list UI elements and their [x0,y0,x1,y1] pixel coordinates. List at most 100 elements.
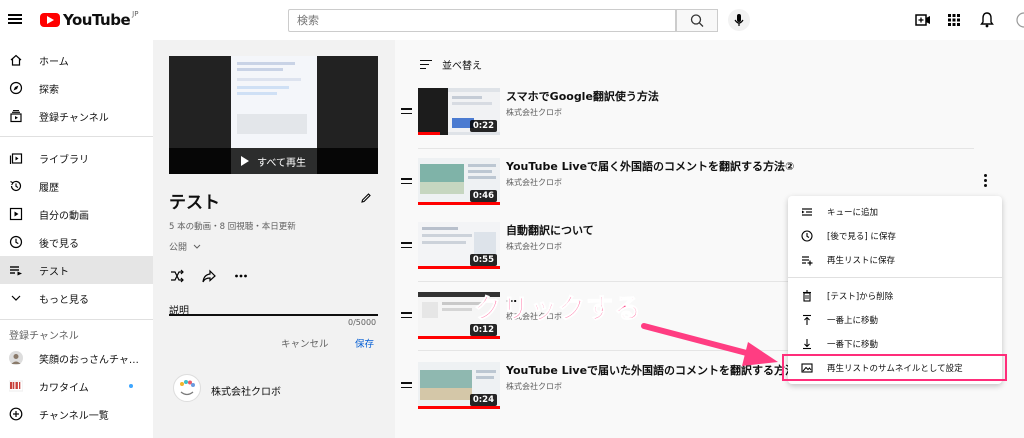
video-thumbnail[interactable]: 0:46 [418,158,500,205]
sidebar-item-browse-channels[interactable]: チャンネル一覧 [0,400,153,428]
sidebar-subscription-channel[interactable]: カワタイム [0,372,153,400]
logo-text: YouTube [63,11,131,29]
video-channel[interactable]: 株式会社クロボ [506,177,562,188]
video-title[interactable]: YouTube Liveで届く外国語のコメントを翻訳する方法② [506,158,794,174]
video-duration: 0:24 [469,394,497,406]
video-channel[interactable]: 株式会社クロボ [506,107,562,118]
move-top-icon [801,314,813,326]
video-thumbnail[interactable]: 0:55 [418,222,500,269]
your-videos-icon [9,207,23,221]
search-input[interactable] [288,9,676,32]
video-title[interactable]: スマホでGoogle翻訳使う方法 [506,88,659,104]
sidebar-item-explore[interactable]: 探索 [0,74,153,102]
watch-progress-bar [418,266,500,269]
sidebar-item-label: ホーム [39,56,69,68]
cancel-button[interactable]: キャンセル [281,336,329,350]
voice-search-button[interactable] [728,9,750,31]
description-input-underline[interactable] [169,314,378,316]
library-icon [9,151,23,165]
video-duration: 0:22 [469,120,497,132]
search-icon [690,14,704,27]
sidebar-item-subscriptions[interactable]: 登録チャンネル [0,102,153,130]
menu-item-label: [テスト]から削除 [827,292,894,302]
sidebar-item-label: ライブラリ [39,154,89,166]
notifications-bell-icon[interactable] [978,11,996,29]
playlist-add-icon [801,254,813,266]
menu-item-remove-from-playlist[interactable]: [テスト]から削除 [788,284,1002,308]
home-icon [9,53,23,67]
add-circle-icon [9,407,23,421]
more-horizontal-icon[interactable] [233,268,249,284]
sidebar-item-home[interactable]: ホーム [0,46,153,74]
watch-progress-bar [418,132,440,135]
playlist-sidebar: すべて再生 テスト 5 本の動画・8 回視聴・本日更新 公開 説明 0/5000… [153,40,395,438]
sidebar-item-watch-later[interactable]: 後で見る [0,228,153,256]
account-avatar[interactable] [1014,11,1024,29]
logo-region: JP [132,10,139,18]
menu-item-label: [後で見る] に保存 [827,232,896,242]
sort-button[interactable]: 並べ替え [420,57,482,72]
playlist-stats: 5 本の動画・8 回視聴・本日更新 [169,222,296,232]
menu-item-save-watch-later[interactable]: [後で見る] に保存 [788,224,1002,248]
hamburger-menu-icon[interactable] [8,12,22,26]
video-channel[interactable]: 株式会社クロボ [506,381,562,392]
sidebar-subscription-channel[interactable]: 笑顔のおっさんチャ… [0,344,153,372]
description-char-count: 0/5000 [348,318,377,327]
pencil-icon[interactable] [360,192,372,204]
chevron-down-icon [193,244,201,250]
playlist-video-row[interactable]: 0:22 スマホでGoogle翻訳使う方法 株式会社クロボ [396,80,974,148]
privacy-dropdown[interactable]: 公開 [169,240,201,253]
subscription-label: チャンネル一覧 [39,410,109,422]
queue-icon [801,206,813,218]
clock-icon [801,230,813,242]
more-vertical-icon[interactable] [983,174,989,188]
playlist-title: テスト [169,193,220,213]
menu-item-move-to-bottom[interactable]: 一番下に移動 [788,332,1002,356]
play-icon [241,156,250,166]
subscriptions-icon [9,109,23,123]
create-video-icon[interactable] [914,11,932,29]
trash-icon [801,290,813,302]
sidebar-item-your-videos[interactable]: 自分の動画 [0,200,153,228]
video-thumbnail[interactable]: 0:22 [418,88,500,135]
drag-handle-icon[interactable] [401,242,412,251]
sidebar-item-show-more[interactable]: もっと見る [0,284,153,312]
youtube-play-logo-icon [40,13,60,27]
channel-avatar[interactable] [173,374,201,402]
video-thumbnail[interactable]: 0:24 [418,362,500,409]
apps-grid-icon[interactable] [945,11,963,29]
search-button[interactable] [676,9,718,32]
menu-divider [788,277,1002,278]
playlist-thumbnail[interactable]: すべて再生 [169,56,378,174]
sidebar-item-history[interactable]: 履歴 [0,172,153,200]
drag-handle-icon[interactable] [401,312,412,321]
video-channel[interactable]: 株式会社クロボ [506,241,562,252]
menu-item-label: 一番上に移動 [827,316,879,326]
sidebar-item-label: 探索 [39,84,59,96]
move-bottom-icon [801,338,813,350]
menu-item-label: 再生リストに保存 [827,256,896,266]
sidebar-item-test-playlist[interactable]: テスト [0,256,153,284]
new-content-dot [129,384,133,388]
playlist-icon [9,263,23,277]
menu-item-add-to-queue[interactable]: キューに追加 [788,200,1002,224]
menu-item-move-to-top[interactable]: 一番上に移動 [788,308,1002,332]
playlist-owner-name[interactable]: 株式会社クロボ [211,383,281,398]
menu-item-save-to-playlist[interactable]: 再生リストに保存 [788,248,1002,272]
channel-avatar [9,379,23,393]
shuffle-icon[interactable] [169,268,185,284]
compass-icon [9,81,23,95]
video-title[interactable]: 自動翻訳について [506,222,594,238]
share-icon[interactable] [201,268,217,284]
drag-handle-icon[interactable] [401,108,412,117]
sort-icon [420,59,432,70]
drag-handle-icon[interactable] [401,382,412,391]
subscriptions-section-title: 登録チャンネル [9,331,79,342]
youtube-logo[interactable]: YouTube JP [40,10,139,29]
save-button[interactable]: 保存 [355,336,374,350]
drag-handle-icon[interactable] [401,178,412,187]
sidebar-item-library[interactable]: ライブラリ [0,144,153,172]
channel-avatar [9,351,23,365]
playlist-actions [169,268,249,284]
play-all-button[interactable]: すべて再生 [169,148,378,174]
